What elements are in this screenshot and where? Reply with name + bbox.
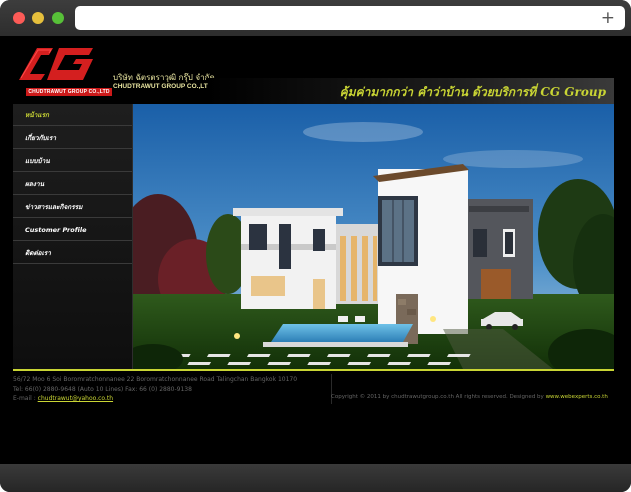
- nav-item-home[interactable]: หน้าแรก: [13, 104, 132, 126]
- company-name-english: CHUDTRAWUT GROUP CO.,LTD: [113, 83, 213, 90]
- browser-window: + CHUDTRAWUT GROUP CO.,LTD บริษัท ฉัตรตร…: [0, 0, 631, 492]
- title-bar: +: [0, 0, 631, 36]
- logo-caption: CHUDTRAWUT GROUP CO.,LTD: [26, 88, 112, 96]
- footer-divider-line: [13, 369, 614, 371]
- plus-icon[interactable]: +: [601, 8, 615, 28]
- copyright-text: Copyright © 2011 by chudtrawutgroup.co.t…: [331, 394, 544, 400]
- address-bar[interactable]: +: [75, 6, 625, 30]
- nav-item-contact[interactable]: ติดต่อเรา: [13, 242, 132, 264]
- minimize-window-button[interactable]: [32, 12, 44, 24]
- slogan-text: คุ้มค่ามากกว่า คำว่าบ้าน ด้วยบริการที่ C…: [339, 85, 606, 99]
- browser-bottom-bar: [0, 464, 631, 492]
- footer: 56/72 Moo 6 Soi Boromratchonnanee 22 Bor…: [13, 374, 614, 416]
- nav-item-customer-profile[interactable]: Customer Profile: [13, 219, 132, 241]
- designer-link[interactable]: www.webexperts.co.th: [546, 394, 608, 400]
- slogan-banner: คุ้มค่ามากกว่า คำว่าบ้าน ด้วยบริการที่ C…: [208, 78, 614, 104]
- email-link[interactable]: chudtrawut@yahoo.co.th: [38, 395, 113, 402]
- hero-house-image: [133, 104, 614, 369]
- nav-item-house-plans[interactable]: แบบบ้าน: [13, 150, 132, 172]
- email-label: E-mail :: [13, 395, 36, 402]
- footer-address: 56/72 Moo 6 Soi Boromratchonnanee 22 Bor…: [13, 376, 298, 383]
- footer-phone: Tel: 66(0) 2880-9648 (Auto 10 Lines) Fax…: [13, 386, 192, 393]
- nav-item-news-events[interactable]: ข่าวสารและกิจกรรม: [13, 196, 132, 218]
- copyright-notice: Copyright © 2011 by chudtrawutgroup.co.t…: [331, 394, 608, 400]
- maximize-window-button[interactable]: [52, 12, 64, 24]
- logo[interactable]: CHUDTRAWUT GROUP CO.,LTD: [13, 42, 112, 96]
- close-window-button[interactable]: [13, 12, 25, 24]
- footer-email-line: E-mail : chudtrawut@yahoo.co.th: [13, 395, 113, 402]
- page-viewport: CHUDTRAWUT GROUP CO.,LTD บริษัท ฉัตรตราว…: [0, 36, 631, 464]
- nav-item-portfolio[interactable]: ผลงาน: [13, 173, 132, 195]
- nav-item-about[interactable]: เกี่ยวกับเรา: [13, 127, 132, 149]
- cg-logo-mark: [19, 48, 93, 80]
- main-navigation: หน้าแรก เกี่ยวกับเรา แบบบ้าน ผลงาน ข่าวส…: [13, 104, 133, 369]
